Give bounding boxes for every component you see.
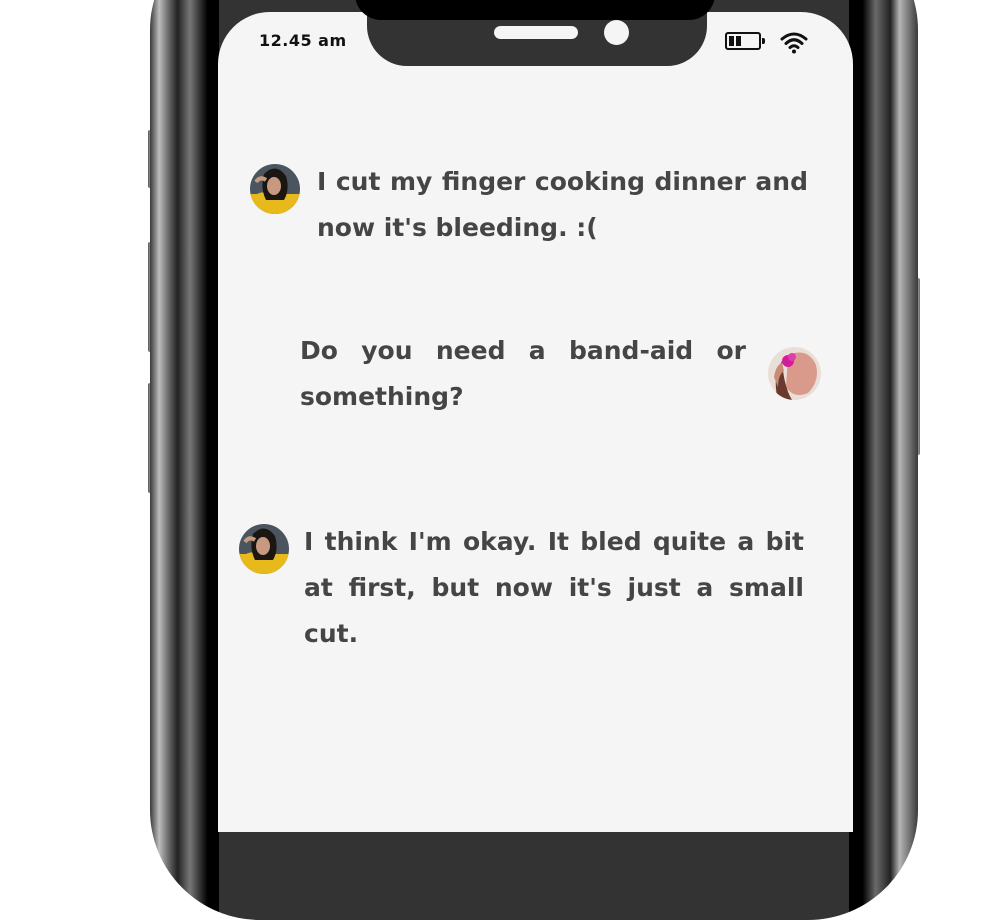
notch-top [355, 0, 715, 20]
avatar-friend[interactable] [239, 524, 289, 574]
avatar-woman-yellow-top-icon [250, 164, 300, 214]
battery-icon [725, 32, 765, 50]
avatar-woman-pink-flower-icon [768, 347, 821, 400]
status-time: 12.45 am [259, 31, 347, 50]
avatar-friend[interactable] [250, 164, 300, 214]
message-bubble-user: Do you need a band-aid or something? [300, 336, 746, 411]
speaker-grille [494, 26, 578, 39]
phone-screen [218, 12, 853, 832]
avatar-user[interactable] [768, 347, 821, 400]
wifi-icon [780, 32, 808, 54]
message-bubble-friend: I cut my finger cooking dinner and now i… [317, 167, 808, 242]
battery-level-bar [729, 36, 734, 46]
avatar-woman-yellow-top-icon [239, 524, 289, 574]
message-bubble-friend: I think I'm okay. It bled quite a bit at… [304, 527, 804, 648]
battery-level-bar [736, 36, 741, 46]
front-camera [604, 20, 629, 45]
